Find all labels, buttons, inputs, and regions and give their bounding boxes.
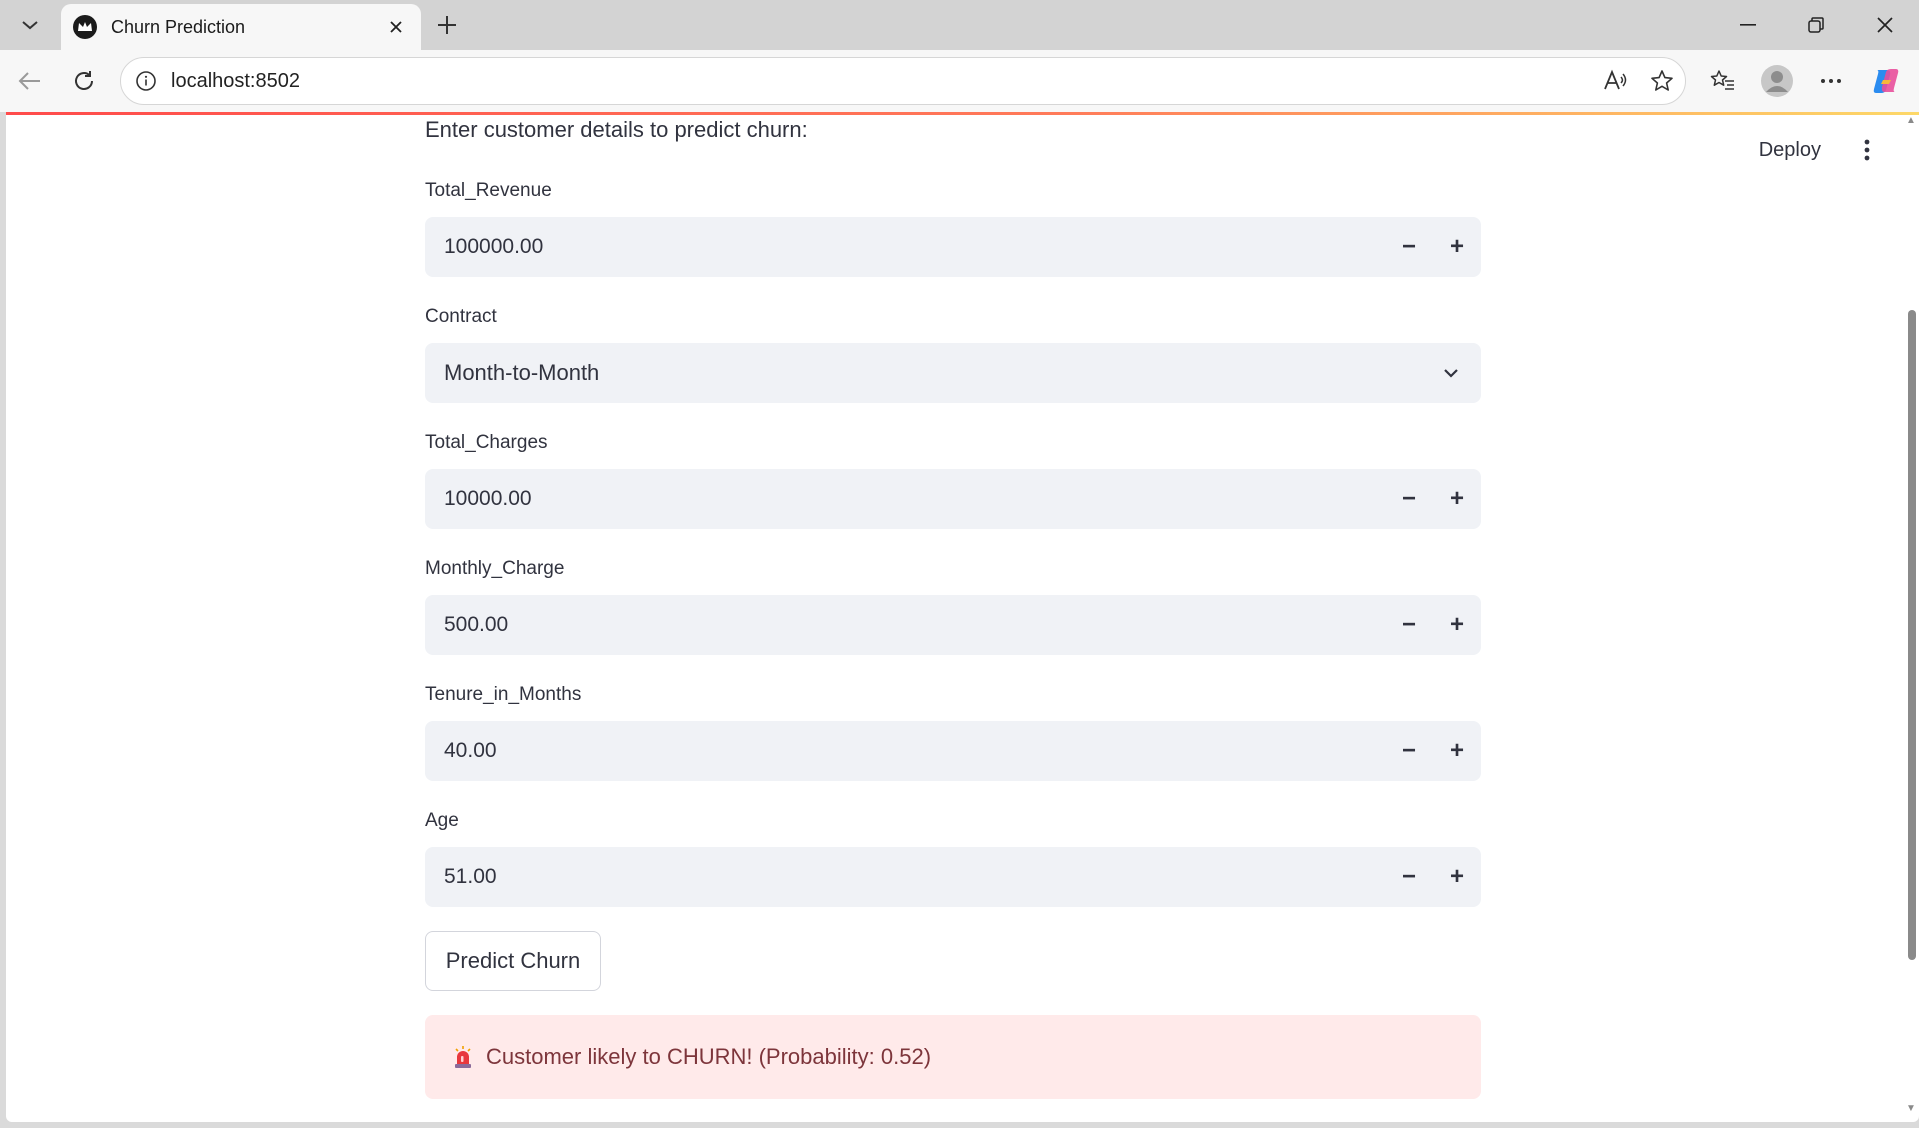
- churn-result-alert: Customer likely to CHURN! (Probability: …: [425, 1015, 1481, 1099]
- favorites-list-icon[interactable]: [1703, 62, 1743, 100]
- tenure-increment-button[interactable]: +: [1433, 721, 1481, 781]
- tab-list-chevron-icon[interactable]: [12, 9, 48, 41]
- tab-title: Churn Prediction: [111, 16, 246, 37]
- monthly-charge-label: Monthly_Charge: [425, 558, 565, 579]
- age-decrement-button[interactable]: −: [1385, 847, 1433, 907]
- back-arrow-icon[interactable]: [10, 62, 50, 100]
- deploy-button[interactable]: Deploy: [1759, 139, 1821, 162]
- total-revenue-increment-button[interactable]: +: [1433, 217, 1481, 277]
- total-revenue-input: 100000.00 − +: [425, 217, 1481, 277]
- scrollbar-thumb[interactable]: [1908, 310, 1916, 960]
- browser-toolbar: localhost:8502: [0, 50, 1919, 112]
- siren-icon: [452, 1044, 474, 1070]
- age-value[interactable]: 51.00: [425, 865, 1385, 889]
- streamlit-decoration-bar: [6, 112, 1919, 115]
- intro-text: Enter customer details to predict churn:: [425, 117, 808, 142]
- page-scrollbar[interactable]: ▲ ▼: [1903, 112, 1919, 1122]
- app-header: Deploy: [1759, 134, 1879, 166]
- streamlit-crown-icon: [73, 15, 97, 39]
- total-revenue-label: Total_Revenue: [425, 180, 552, 201]
- browser-tab-active[interactable]: Churn Prediction: [61, 4, 421, 50]
- monthly-charge-input: 500.00 − +: [425, 595, 1481, 655]
- close-window-icon[interactable]: [1850, 0, 1919, 50]
- contract-selected-value[interactable]: Month-to-Month: [425, 360, 1421, 386]
- total-charges-increment-button[interactable]: +: [1433, 469, 1481, 529]
- main-menu-icon[interactable]: [1855, 134, 1879, 166]
- tenure-decrement-button[interactable]: −: [1385, 721, 1433, 781]
- monthly-charge-increment-button[interactable]: +: [1433, 595, 1481, 655]
- favorite-star-icon[interactable]: [1639, 58, 1685, 104]
- more-options-icon[interactable]: [1811, 62, 1851, 100]
- contract-select[interactable]: Month-to-Month: [425, 343, 1481, 403]
- churn-result-text: Customer likely to CHURN! (Probability: …: [486, 1044, 932, 1069]
- predict-churn-button[interactable]: Predict Churn: [425, 931, 601, 991]
- tenure-value[interactable]: 40.00: [425, 739, 1385, 763]
- minimize-icon[interactable]: [1713, 0, 1783, 50]
- address-bar[interactable]: localhost:8502: [120, 57, 1686, 105]
- total-revenue-decrement-button[interactable]: −: [1385, 217, 1433, 277]
- scroll-down-arrow-icon[interactable]: ▼: [1906, 1104, 1916, 1114]
- total-charges-label: Total_Charges: [425, 432, 548, 453]
- copilot-icon[interactable]: [1866, 62, 1906, 100]
- browser-tab-bar: Churn Prediction: [0, 0, 1919, 50]
- read-aloud-icon[interactable]: [1593, 58, 1639, 104]
- scroll-up-arrow-icon[interactable]: ▲: [1906, 116, 1916, 126]
- age-input: 51.00 − +: [425, 847, 1481, 907]
- chevron-down-icon[interactable]: [1421, 343, 1481, 403]
- total-charges-decrement-button[interactable]: −: [1385, 469, 1433, 529]
- monthly-charge-decrement-button[interactable]: −: [1385, 595, 1433, 655]
- age-increment-button[interactable]: +: [1433, 847, 1481, 907]
- total-charges-value[interactable]: 10000.00: [425, 487, 1385, 511]
- tenure-label: Tenure_in_Months: [425, 684, 582, 705]
- site-info-icon[interactable]: [133, 68, 159, 94]
- total-revenue-value[interactable]: 100000.00: [425, 235, 1385, 259]
- tenure-input: 40.00 − +: [425, 721, 1481, 781]
- new-tab-plus-icon[interactable]: [428, 6, 466, 44]
- reload-icon[interactable]: [64, 62, 104, 100]
- restore-icon[interactable]: [1781, 0, 1851, 50]
- profile-avatar-icon[interactable]: [1757, 62, 1797, 100]
- monthly-charge-value[interactable]: 500.00: [425, 613, 1385, 637]
- tab-close-icon[interactable]: [383, 14, 409, 40]
- total-charges-input: 10000.00 − +: [425, 469, 1481, 529]
- contract-label: Contract: [425, 306, 497, 327]
- url-text[interactable]: localhost:8502: [171, 70, 1593, 93]
- page-viewport: Deploy Enter customer details to predict…: [6, 112, 1919, 1122]
- age-label: Age: [425, 810, 459, 831]
